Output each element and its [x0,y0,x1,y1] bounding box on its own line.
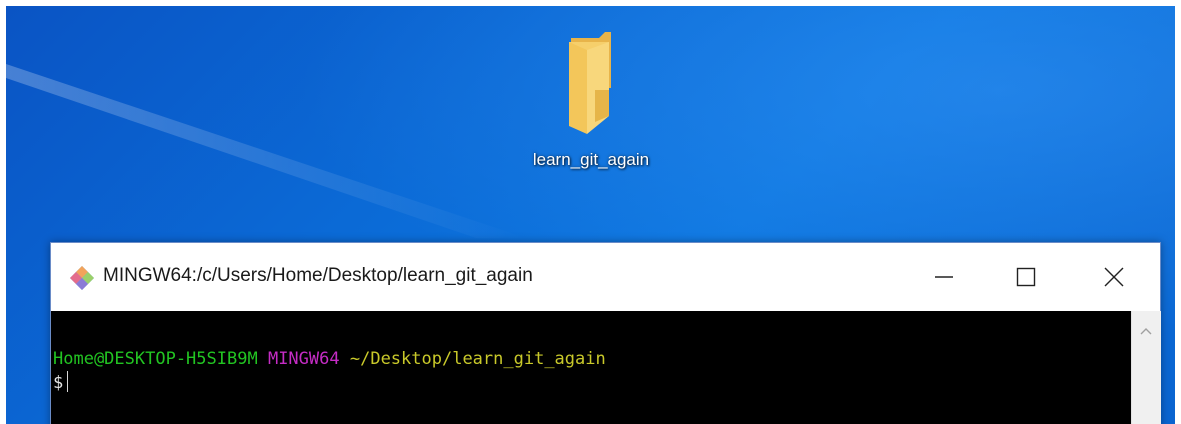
close-button[interactable] [1091,253,1137,301]
close-icon [1104,267,1124,287]
terminal-window[interactable]: MINGW64:/c/Users/Home/Desktop/learn_git_… [50,242,1161,424]
maximize-button[interactable] [1003,253,1049,301]
terminal-output[interactable]: Home@DESKTOP-H5SIB9M MINGW64 ~/Desktop/l… [51,311,1131,424]
chevron-up-icon[interactable] [1138,325,1154,337]
desktop-folder-learn-git-again[interactable]: learn_git_again [506,28,676,188]
minimize-button[interactable] [921,253,967,301]
git-icon [70,266,94,290]
maximize-icon [1016,267,1036,287]
prompt-environment: MINGW64 [267,349,340,369]
vertical-scrollbar[interactable] [1131,311,1161,424]
folder-label: learn_git_again [532,150,650,169]
text-cursor [67,371,69,392]
prompt-path: ~/Desktop/learn_git_again [349,349,606,369]
command-input-line[interactable]: $ [53,371,1131,395]
prompt-symbol: $ [53,373,64,393]
prompt-user-host: Home@DESKTOP-H5SIB9M [53,349,258,369]
window-title: MINGW64:/c/Users/Home/Desktop/learn_git_… [103,265,533,286]
minimize-icon [935,276,953,278]
folder-icon [569,32,611,134]
prompt-line: Home@DESKTOP-H5SIB9M MINGW64 ~/Desktop/l… [53,347,1131,371]
desktop: learn_git_again MINGW64:/c/Users/Home/De… [6,6,1175,424]
title-bar[interactable]: MINGW64:/c/Users/Home/Desktop/learn_git_… [51,243,1160,311]
